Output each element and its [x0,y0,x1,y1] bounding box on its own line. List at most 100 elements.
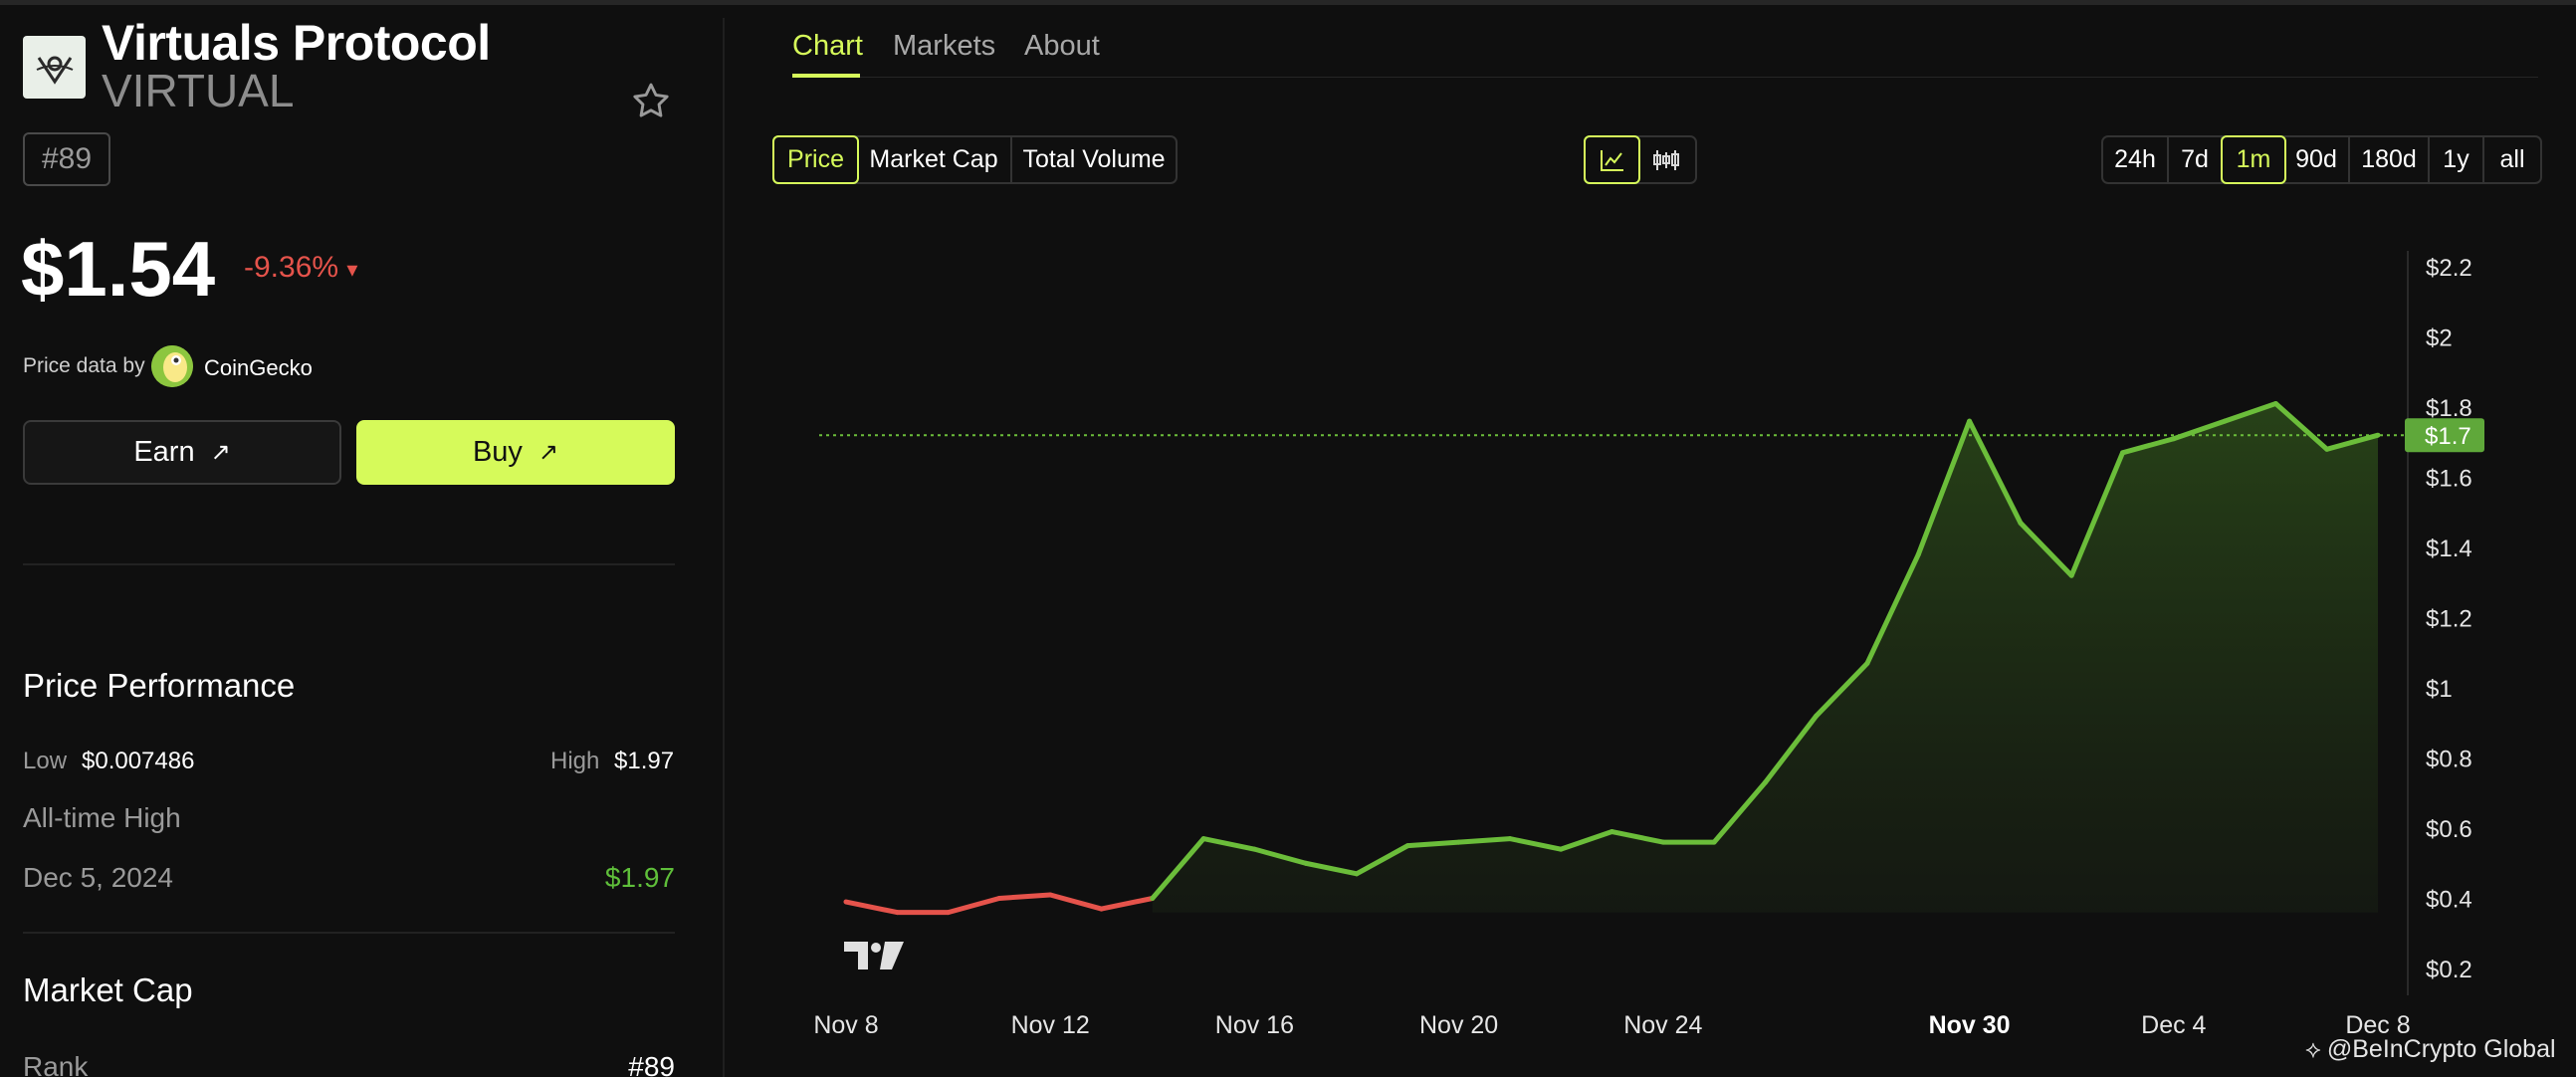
range-1y-button[interactable]: 1y [2430,137,2484,182]
coin-logo [23,36,86,99]
watermark-text: @BeInCrypto Global [2326,1035,2556,1063]
price-point[interactable] [1813,712,1821,720]
price-point[interactable] [1761,778,1769,786]
price-point[interactable] [1199,835,1207,843]
range-90d-button[interactable]: 90d [2284,137,2350,182]
price-line-segment [843,899,900,916]
y-tick-label: $1 [2426,676,2453,703]
price-point[interactable] [1403,842,1411,850]
rank-value: #89 [628,1051,675,1077]
y-tick-label: $1.8 [2426,395,2472,422]
price-data-label: Price data by [23,354,145,377]
all-time-high-date: Dec 5, 2024 [23,862,173,893]
tradingview-logo-icon [844,942,904,969]
price-point[interactable] [1914,550,1922,558]
buy-button[interactable]: Buy ↗ [356,420,675,485]
price-point[interactable] [1455,838,1463,846]
price-point[interactable] [1557,845,1565,853]
current-price: $1.54 [21,225,216,313]
x-tick-label: Nov 24 [1623,1011,1702,1039]
price-point[interactable] [2323,445,2331,453]
candlestick-icon[interactable] [1638,137,1693,182]
y-tick-label: $2 [2426,325,2453,352]
all-time-high-value: $1.97 [604,862,675,893]
price-line-segment [1099,896,1156,912]
y-tick-label: $1.4 [2426,536,2472,562]
price-line-segment [996,892,1053,901]
x-tick-label: Nov 30 [1929,1011,2011,1039]
price-point[interactable] [2067,571,2075,579]
x-tick-label: Dec 4 [2141,1011,2206,1039]
price-performance-title: Price Performance [23,667,296,704]
price-point[interactable] [2221,417,2229,425]
arrow-up-right-icon: ↗ [537,439,559,466]
price-area-fill [1152,403,2378,913]
price-data-source[interactable]: CoinGecko [204,355,313,381]
range-180d-button[interactable]: 180d [2350,137,2430,182]
price-line-segment [1404,839,1462,849]
metric-selector: Price Market Cap Total Volume [772,135,1178,184]
price-point[interactable] [945,909,953,917]
earn-button-label: Earn [133,436,195,468]
earn-button[interactable]: Earn ↗ [23,420,341,485]
y-tick-label: $0.4 [2426,887,2472,914]
price-point[interactable] [1659,838,1667,846]
price-point[interactable] [893,909,901,917]
price-point[interactable] [842,898,850,906]
coin-symbol: VIRTUAL [102,65,295,116]
range-24h-button[interactable]: 24h [2103,137,2169,182]
price-change: -9.36% ▾ [244,251,357,285]
price-point[interactable] [1863,659,1871,667]
y-tick-label: $0.6 [2426,816,2472,843]
coingecko-logo-icon [151,345,193,387]
tab-markets[interactable]: Markets [893,30,995,63]
price-point[interactable] [1149,895,1157,903]
x-tick-label: Nov 16 [1215,1011,1294,1039]
current-price-label: $1.7 [2425,423,2471,450]
x-tick-label: Nov 20 [1419,1011,1498,1039]
price-point[interactable] [1506,835,1514,843]
price-point[interactable] [2017,519,2025,527]
rank-label: Rank [23,1051,89,1077]
beincrypto-logo-icon: ⟡ [2305,1035,2321,1063]
y-tick-label: $1.2 [2426,606,2472,633]
all-time-high-label: All-time High [23,802,181,833]
high-value: $1.97 [614,748,675,774]
x-tick-label: Nov 12 [1011,1011,1090,1039]
price-point[interactable] [2119,449,2127,457]
price-line-segment [1047,892,1104,912]
price-point[interactable] [1250,845,1258,853]
price-point[interactable] [1353,870,1361,878]
star-icon[interactable] [629,80,673,123]
price-point[interactable] [1966,417,1974,425]
metric-price-button[interactable]: Price [772,135,859,184]
tab-about[interactable]: About [1024,30,1100,63]
price-line-segment [1456,836,1513,845]
price-point[interactable] [2271,399,2279,407]
y-tick-label: $0.2 [2426,957,2472,983]
y-tick-label: $1.6 [2426,466,2472,493]
panel-divider [723,18,725,1077]
price-point[interactable] [1046,891,1054,899]
range-1m-button[interactable]: 1m [2221,135,2286,184]
tab-active-indicator [792,74,860,78]
price-point[interactable] [1609,828,1616,836]
range-7d-button[interactable]: 7d [2169,137,2223,182]
price-point[interactable] [995,895,1003,903]
low-label: Low [23,748,68,774]
price-point[interactable] [1710,838,1718,846]
line-chart-icon[interactable] [1584,135,1640,184]
price-change-value: -9.36% [244,251,339,284]
high-label: High [550,748,600,774]
low-value: $0.007486 [82,748,195,774]
tab-chart[interactable]: Chart [792,30,863,63]
metric-total-volume-button[interactable]: Total Volume [1012,137,1176,182]
divider [23,563,675,565]
price-point[interactable] [1098,905,1106,913]
x-tick-label: Nov 8 [813,1011,878,1039]
metric-market-cap-button[interactable]: Market Cap [857,137,1012,182]
range-all-button[interactable]: all [2484,137,2540,182]
time-range-selector: 24h 7d 1m 90d 180d 1y all [2101,135,2542,184]
y-tick-label: $2.2 [2426,255,2472,282]
price-point[interactable] [1302,859,1310,867]
